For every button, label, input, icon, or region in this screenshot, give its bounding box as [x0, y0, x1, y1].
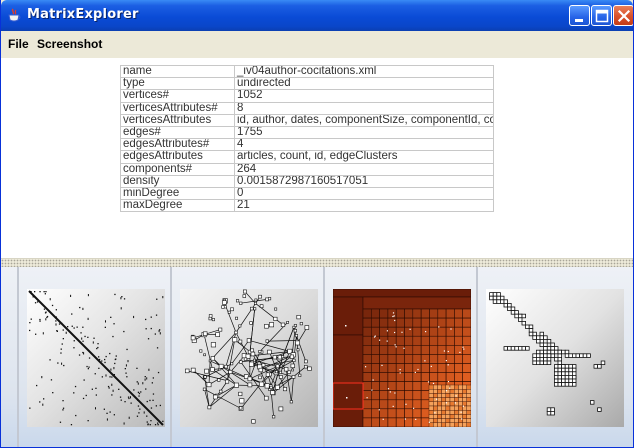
attribute-key[interactable]: edgesAttributes# [120, 138, 235, 152]
attribute-key[interactable]: vertices# [120, 89, 235, 103]
attribute-value[interactable]: 0 [234, 186, 494, 201]
java-cup-icon[interactable] [7, 8, 21, 23]
attribute-value[interactable]: 1755 [234, 125, 494, 140]
attribute-key[interactable]: density [120, 174, 235, 188]
attribute-row[interactable]: edgesAttributes articles, count, id, edge… [120, 150, 494, 164]
attribute-row[interactable]: verticesAttributes# 8 [120, 101, 494, 115]
thumbnail-slot-4[interactable] [476, 267, 629, 447]
attribute-row[interactable]: vertices# 1052 [120, 89, 494, 103]
attribute-key[interactable]: type [120, 77, 235, 91]
attribute-value[interactable]: undirected [234, 77, 494, 91]
attribute-key[interactable]: components# [120, 162, 235, 176]
maximize-button[interactable] [591, 5, 612, 26]
matrix-explorer-window: MatrixExplorer File Screenshot name _iv04… [0, 0, 634, 448]
close-button[interactable] [613, 5, 633, 26]
attribute-row[interactable]: maxDegree 21 [120, 199, 494, 213]
attribute-row[interactable]: components# 264 [120, 162, 494, 176]
minimize-button[interactable] [569, 5, 590, 26]
attribute-row[interactable]: minDegree 0 [120, 186, 494, 201]
matrix-view-thumbnail[interactable] [27, 289, 165, 427]
attribute-value[interactable]: articles, count, id, edgeClusters [234, 150, 494, 164]
attribute-row[interactable]: name _iv04author-cocitations.xml [120, 64, 494, 79]
attribute-key[interactable]: verticesAttributes# [120, 101, 235, 115]
node-link-view-thumbnail[interactable] [180, 289, 318, 427]
close-icon [617, 9, 631, 23]
thumbnail-slot-2[interactable] [170, 267, 323, 447]
thumbnails-panel [1, 267, 633, 447]
attribute-value[interactable]: 264 [234, 162, 494, 176]
attribute-row[interactable]: edgesAttributes# 4 [120, 138, 494, 152]
attribute-value[interactable]: 21 [234, 199, 494, 213]
window-title: MatrixExplorer [27, 7, 139, 22]
attribute-key[interactable]: edges# [120, 125, 235, 140]
matrix-zoom-thumbnail[interactable] [486, 289, 624, 427]
graph-attributes-table: name _iv04author-cocitations.xml type undir… [120, 64, 494, 213]
attribute-value[interactable]: 1052 [234, 89, 494, 103]
attribute-key[interactable]: minDegree [120, 186, 235, 201]
attribute-key[interactable]: maxDegree [120, 199, 235, 213]
attribute-value[interactable]: 8 [234, 101, 494, 115]
attribute-row[interactable]: verticesAttributes id, author, dates, com… [120, 113, 494, 127]
menu-bar: File Screenshot [1, 31, 633, 58]
maximize-icon [595, 9, 609, 23]
attribute-value[interactable]: 4 [234, 138, 494, 152]
attribute-key[interactable]: edgesAttributes [120, 150, 235, 164]
attribute-row[interactable]: density 0.0015872987160517051 [120, 174, 494, 188]
thumbnail-slot-1[interactable] [17, 267, 170, 447]
attribute-value[interactable]: 0.0015872987160517051 [234, 174, 494, 188]
thumbnail-slot-3[interactable] [323, 267, 476, 447]
graph-info-panel: name _iv04author-cocitations.xml type undir… [1, 58, 633, 258]
menu-file[interactable]: File [8, 37, 29, 51]
attribute-key[interactable]: name [120, 64, 235, 79]
attribute-key[interactable]: verticesAttributes [120, 113, 235, 127]
menu-screenshot[interactable]: Screenshot [37, 37, 102, 51]
treemap-matrix-thumbnail[interactable] [333, 289, 471, 427]
attribute-value[interactable]: id, author, dates, componentSize, compon… [234, 113, 494, 127]
attribute-row[interactable]: type undirected [120, 77, 494, 91]
attribute-value[interactable]: _iv04author-cocitations.xml [234, 64, 494, 79]
title-bar[interactable]: MatrixExplorer [1, 0, 633, 31]
split-pane-divider[interactable] [1, 258, 633, 267]
attribute-row[interactable]: edges# 1755 [120, 125, 494, 140]
minimize-icon [575, 19, 583, 22]
